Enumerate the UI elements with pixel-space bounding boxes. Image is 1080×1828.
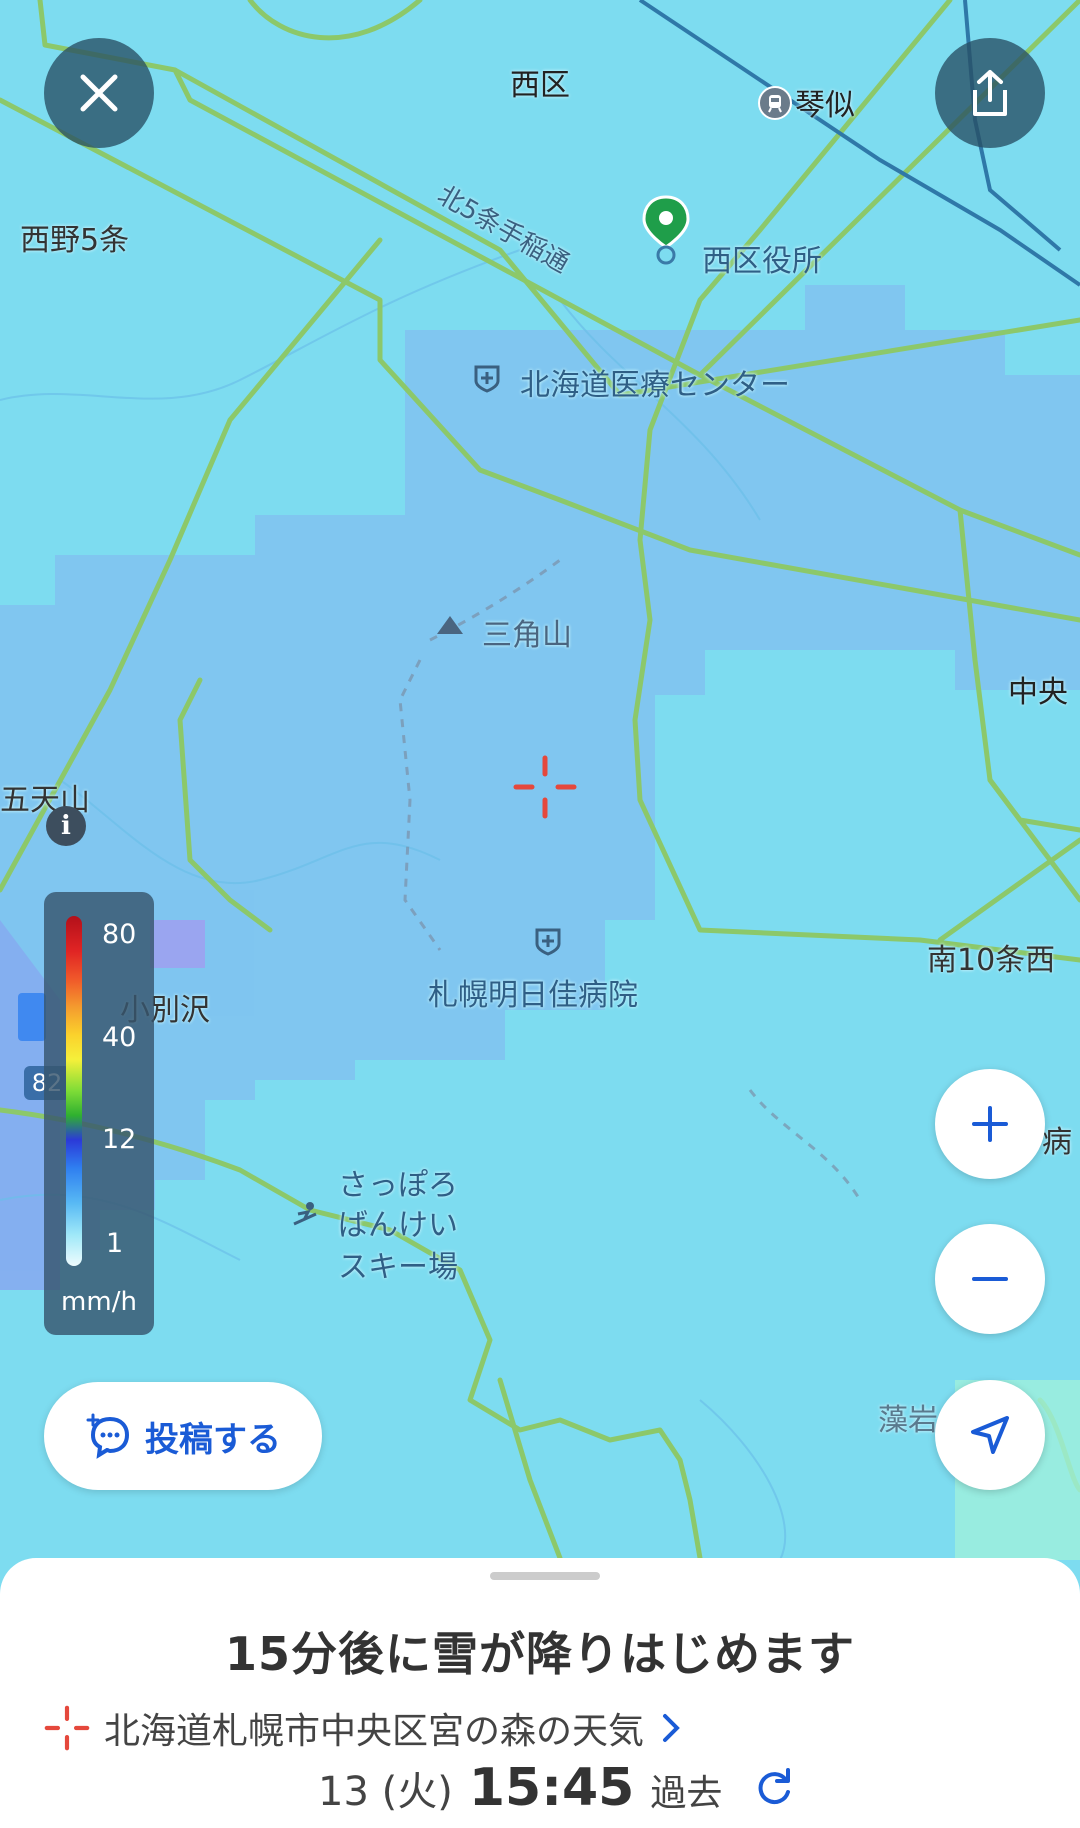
sheet-handle[interactable] [490, 1572, 600, 1580]
map-label-minami10: 南10条西 [927, 943, 1056, 978]
chat-post-icon [86, 1413, 130, 1459]
chevron-right-icon [663, 1714, 680, 1742]
info-icon[interactable]: i [46, 806, 86, 846]
map-label-sankakuyama: 三角山 [482, 618, 572, 653]
map-label-kotoni: 琴似 [795, 88, 855, 123]
legend-tick-40: 40 [102, 1022, 137, 1053]
station-icon [758, 86, 792, 120]
zoom-out-icon [972, 1277, 1008, 1281]
forecast-headline: 15分後に雪が降りはじめます [224, 1627, 855, 1681]
water-area [18, 993, 46, 1041]
map-label-ski-3: スキー場 [338, 1250, 458, 1285]
hospital-icon [472, 363, 502, 397]
crosshair-icon [512, 754, 578, 824]
refresh-icon[interactable] [752, 1766, 796, 1810]
navigation-arrow-icon [971, 1416, 1009, 1454]
current-location-button[interactable] [935, 1380, 1045, 1490]
map-label-ski-1: さっぽろ [338, 1168, 458, 1203]
zoom-in-icon [972, 1106, 1008, 1142]
date-label: 13 (火) [318, 1769, 453, 1815]
legend-tick-1: 1 [106, 1228, 124, 1259]
map-label-asuka-hospital: 札幌明日佳病院 [428, 978, 638, 1013]
close-icon [80, 74, 118, 112]
map-label-medical-center: 北海道医療センター [520, 368, 790, 403]
map-canvas [0, 0, 1080, 1561]
hospital-icon [533, 926, 563, 960]
share-button[interactable] [935, 38, 1045, 148]
post-button[interactable]: 投稿する [44, 1382, 322, 1490]
precipitation-legend: 80 40 12 1 mm/h [44, 892, 154, 1335]
time-row: 13 (火) 15:45 過去 [318, 1758, 796, 1818]
mountain-icon [435, 612, 465, 640]
legend-tick-80: 80 [102, 919, 137, 950]
ski-icon [288, 1200, 322, 1234]
close-button[interactable] [44, 38, 154, 148]
map-label-ski-2: ばんけい [338, 1208, 458, 1243]
zoom-out-button[interactable] [935, 1224, 1045, 1334]
rain-radar-map[interactable]: 西区 西野5条 北5条手稲通 西区役所 北海道医療センター 三角山 中央 五天山… [0, 0, 1080, 1828]
map-label-moiwa: 藻岩 [878, 1403, 938, 1438]
crosshair-icon [44, 1705, 90, 1751]
forecast-sheet[interactable]: 15分後に雪が降りはじめます 北海道札幌市中央区宮の森の天気 13 (火) 15… [0, 1558, 1080, 1828]
map-label-ward-office: 西区役所 [702, 244, 822, 279]
map-label-chuo: 中央 [1008, 675, 1068, 710]
post-button-label: 投稿する [145, 1419, 281, 1460]
zoom-in-button[interactable] [935, 1069, 1045, 1179]
legend-color-bar [66, 916, 82, 1266]
map-label-nishino5: 西野5条 [20, 223, 130, 258]
time-label: 15:45 [468, 1758, 635, 1818]
place-name: 北海道札幌市中央区宮の森の天気 [104, 1711, 645, 1752]
mode-label: 過去 [650, 1773, 723, 1814]
place-link[interactable]: 北海道札幌市中央区宮の森の天気 [44, 1702, 684, 1754]
location-pin-icon[interactable] [640, 195, 692, 269]
map-label-nishi-ku: 西区 [510, 68, 570, 103]
map-label-hospital-partial: 病 [1042, 1125, 1072, 1160]
legend-tick-12: 12 [102, 1124, 137, 1155]
legend-unit: mm/h [61, 1287, 137, 1317]
share-icon [973, 70, 1007, 116]
